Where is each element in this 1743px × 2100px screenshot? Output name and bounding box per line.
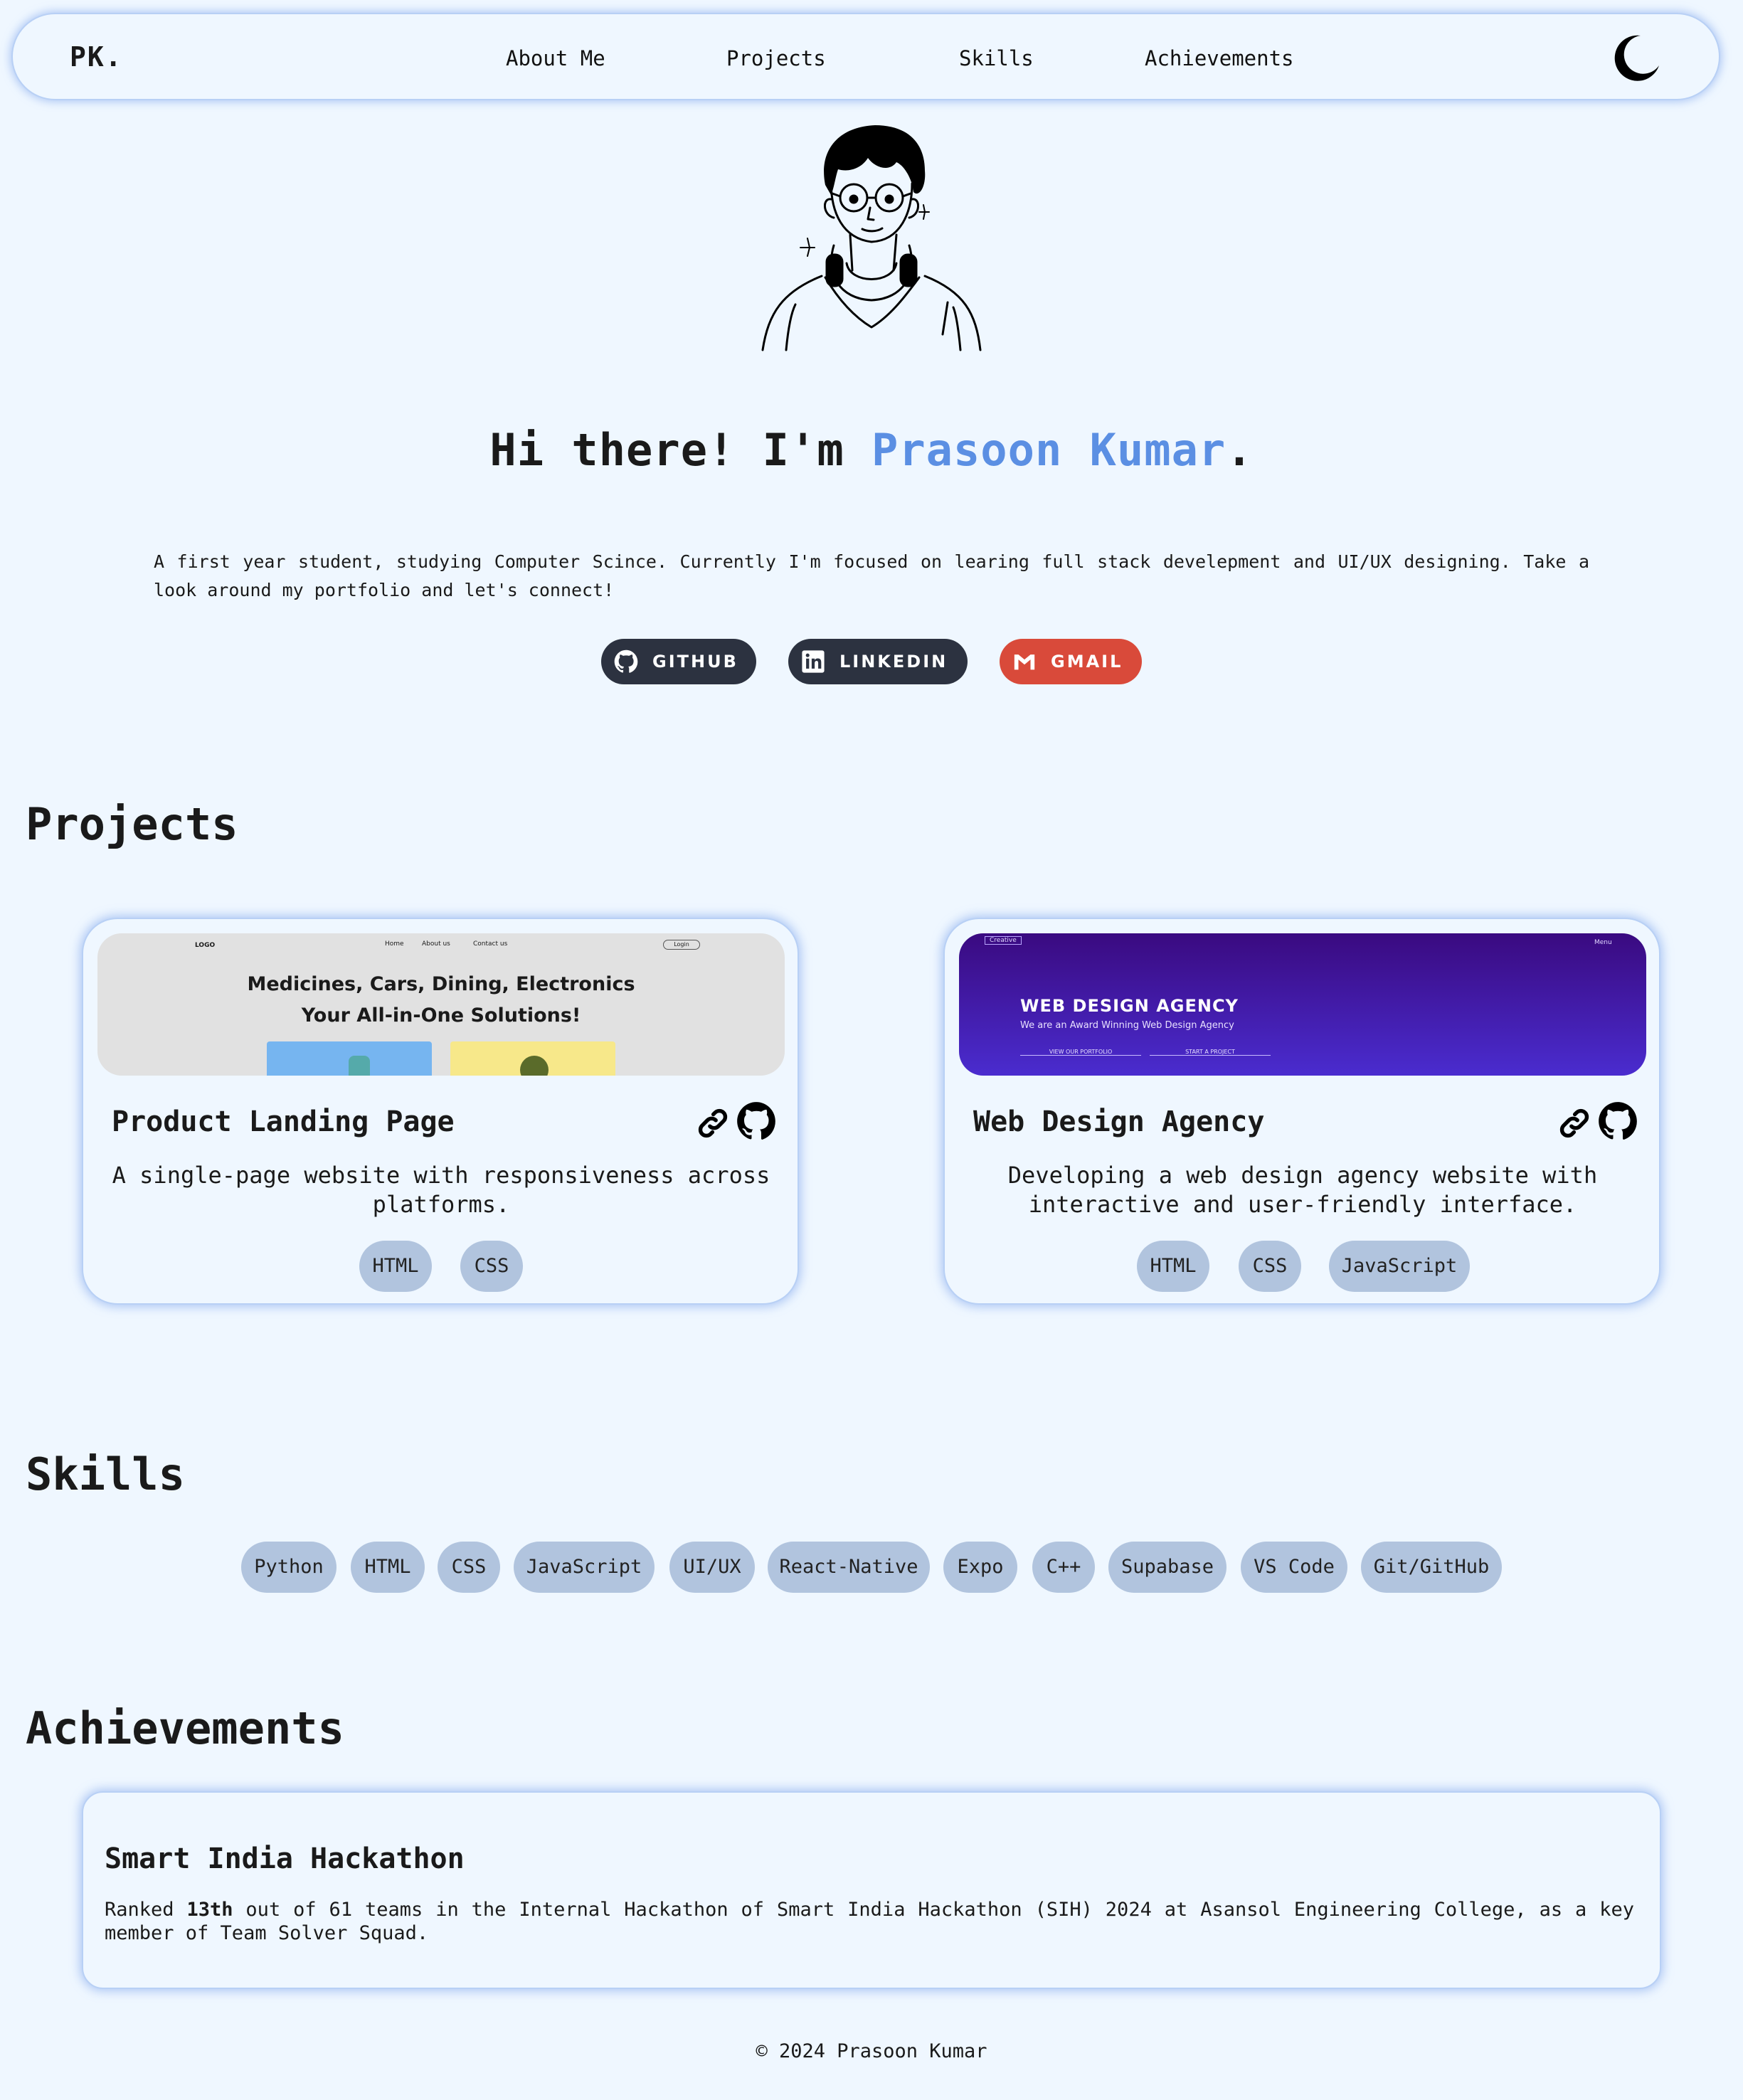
project-title: Product Landing Page	[112, 1105, 455, 1138]
achievements-heading: Achievements	[26, 1702, 344, 1754]
skill-tag-vs-code: VS Code	[1241, 1542, 1347, 1593]
project-description: A single-page website with responsivenes…	[112, 1162, 770, 1218]
hero-description: A first year student, studying Computer …	[154, 551, 1589, 600]
skill-tag-javascript: JavaScript	[514, 1542, 655, 1593]
tag-javascript: JavaScript	[1329, 1241, 1470, 1292]
github-icon[interactable]	[736, 1101, 776, 1141]
thumb-nav-contact: Contact us	[473, 940, 508, 948]
linkedin-button[interactable]: LINKEDIN	[788, 639, 968, 684]
thumb-login: Login	[663, 940, 700, 950]
gmail-icon	[1014, 654, 1035, 670]
tag-html: HTML	[1137, 1241, 1209, 1292]
projects-heading: Projects	[26, 798, 238, 850]
skill-tag-react-native: React-Native	[768, 1542, 930, 1593]
achievement-text-after: out of 61 teams in the Internal Hackatho…	[105, 1899, 1634, 1944]
achievement-text-before: Ranked	[105, 1899, 187, 1921]
linkedin-icon	[802, 650, 825, 673]
thumb-headline: WEB DESIGN AGENCY	[1020, 996, 1239, 1016]
thumb-btn1: VIEW OUR PORTFOLIO	[1020, 1049, 1141, 1056]
hero-period: .	[1226, 424, 1254, 476]
thumb-badge: Creative	[985, 936, 1022, 945]
portfolio-page: PK. About Me Projects Skills Achievement…	[0, 0, 1743, 2100]
project-description: Developing a web design agency website w…	[1007, 1162, 1598, 1218]
navbar: PK. About Me Projects Skills Achievement…	[11, 13, 1720, 100]
thumb-line1: Medicines, Cars, Dining, Electronics	[247, 973, 635, 995]
skill-tag-css: CSS	[438, 1542, 500, 1593]
github-button[interactable]: GITHUB	[601, 639, 756, 684]
moon-icon[interactable]	[1612, 33, 1662, 83]
thumb-logo: LOGO	[195, 942, 216, 949]
skill-tag-cpp: C++	[1032, 1542, 1095, 1593]
skill-tag-git-github: Git/GitHub	[1361, 1542, 1502, 1593]
achievement-text: Ranked 13th out of 61 teams in the Inter…	[105, 1898, 1634, 1945]
link-icon[interactable]	[695, 1105, 731, 1141]
thumb-btn2: START A PROJECT	[1150, 1049, 1271, 1056]
thumb-line2: Your All-in-One Solutions!	[301, 1004, 581, 1027]
achievement-rank: 13th	[186, 1899, 233, 1921]
thumb-nav-home: Home	[385, 940, 404, 948]
project-thumbnail[interactable]: Creative Menu WEB DESIGN AGENCY We are a…	[959, 933, 1646, 1076]
footer-copyright: © 2024 Prasoon Kumar	[756, 2040, 987, 2062]
tag-css: CSS	[460, 1241, 523, 1292]
tag-css: CSS	[1239, 1241, 1301, 1292]
gmail-button[interactable]: GMAIL	[1000, 639, 1142, 684]
skills-heading: Skills	[26, 1448, 185, 1500]
site-logo[interactable]: PK.	[70, 41, 123, 73]
hero-greeting: Hi there! I'm	[489, 424, 872, 476]
project-card: LOGO Home About us Contact us Login Medi…	[82, 918, 799, 1305]
thumb-bottle-image	[349, 1056, 370, 1076]
avatar-illustration	[761, 125, 982, 351]
skill-tag-supabase: Supabase	[1108, 1542, 1227, 1593]
github-icon	[614, 649, 638, 673]
github-icon[interactable]	[1598, 1101, 1638, 1141]
hero-title: Hi there! I'm Prasoon Kumar.	[0, 424, 1743, 476]
skill-tag-html: HTML	[351, 1542, 425, 1593]
link-icon[interactable]	[1557, 1105, 1592, 1141]
skill-tag-expo: Expo	[943, 1542, 1017, 1593]
nav-link-projects[interactable]: Projects	[726, 46, 826, 70]
achievement-title: Smart India Hackathon	[105, 1842, 465, 1875]
project-card: Creative Menu WEB DESIGN AGENCY We are a…	[943, 918, 1660, 1305]
hero-name: Prasoon Kumar	[872, 424, 1227, 476]
nav-link-skills[interactable]: Skills	[959, 46, 1034, 70]
gmail-button-label: GMAIL	[1051, 652, 1123, 672]
linkedin-button-label: LINKEDIN	[839, 652, 948, 672]
thumb-menu: Menu	[1594, 939, 1612, 946]
nav-link-about-me[interactable]: About Me	[506, 46, 605, 70]
thumb-nav-about: About us	[422, 940, 450, 948]
nav-link-achievements[interactable]: Achievements	[1145, 46, 1294, 70]
project-title: Web Design Agency	[973, 1105, 1265, 1138]
skill-tag-ui-ux: UI/UX	[669, 1542, 755, 1593]
achievement-card: Smart India Hackathon Ranked 13th out of…	[82, 1791, 1661, 1989]
tag-html: HTML	[359, 1241, 432, 1292]
project-thumbnail[interactable]: LOGO Home About us Contact us Login Medi…	[97, 933, 785, 1076]
skill-tag-python: Python	[241, 1542, 337, 1593]
thumb-subtitle: We are an Award Winning Web Design Agenc…	[1020, 1020, 1234, 1031]
github-button-label: GITHUB	[652, 652, 738, 672]
